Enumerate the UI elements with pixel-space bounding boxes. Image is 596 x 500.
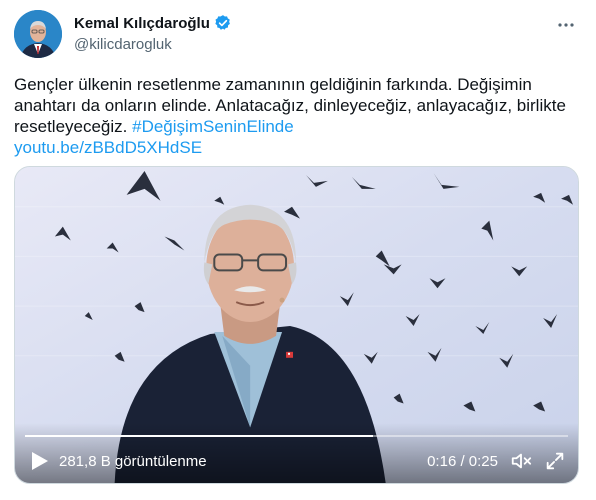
handle[interactable]: @kilicdarogluk	[74, 36, 172, 53]
video-player[interactable]: 281,8 B görüntülenme 0:16 / 0:25	[14, 166, 579, 484]
tweet-text: Gençler ülkenin resetlenme zamanının gel…	[14, 74, 574, 158]
more-horizontal-icon[interactable]	[554, 13, 578, 37]
avatar-image	[14, 10, 62, 58]
view-count: 281,8 B görüntülenme	[59, 453, 207, 470]
video-controls: 281,8 B görüntülenme 0:16 / 0:25	[15, 423, 578, 483]
progress-fill	[25, 435, 373, 437]
author-name-row: Kemal Kılıçdaroğlu	[74, 14, 232, 32]
play-icon[interactable]	[31, 451, 49, 471]
fullscreen-icon[interactable]	[544, 450, 566, 472]
verified-badge-icon	[215, 15, 230, 30]
avatar[interactable]	[14, 10, 62, 58]
video-time: 0:16 / 0:25	[427, 453, 498, 470]
volume-muted-icon[interactable]	[510, 450, 532, 472]
external-link[interactable]: youtu.be/zBBdD5XHdSE	[14, 138, 202, 157]
hashtag-link[interactable]: #DeğişimSeninElinde	[132, 117, 294, 136]
progress-bar[interactable]	[25, 435, 568, 437]
display-name[interactable]: Kemal Kılıçdaroğlu	[74, 15, 210, 32]
